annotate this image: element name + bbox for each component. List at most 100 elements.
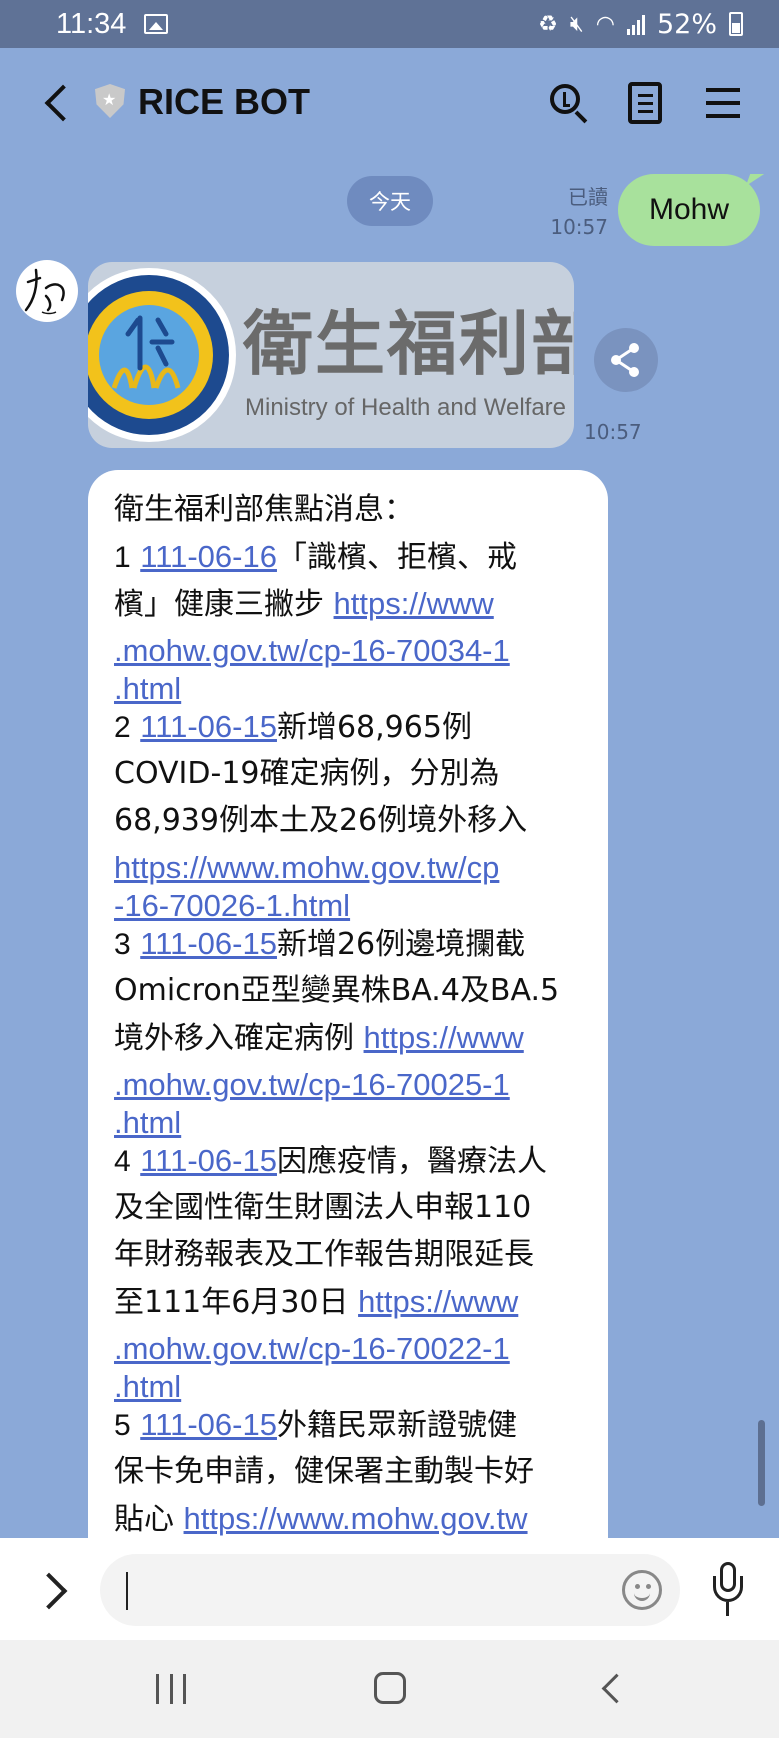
news-item-text: 至111年6月30日 [114,1285,359,1320]
notes-icon[interactable] [628,82,662,124]
news-item-url-link[interactable]: .mohw.gov.tw/cp-16-70022-1 [114,1331,510,1366]
image-card-title: 衛生福利部 [243,303,574,385]
news-item-url-line: .mohw.gov.tw/cp-16-70034-1 [114,627,608,668]
mohw-emblem [88,275,229,435]
news-text-bubble[interactable]: 衛生福利部焦點消息： 1 111-06-16「識檳、拒檳、戒 檳」健康三撇步 ht… [88,470,608,1570]
news-item-url-link[interactable]: https://www.mohw.gov.tw [184,1501,528,1536]
news-item-url-link[interactable]: https://www [334,586,494,621]
mohw-logo [88,268,236,442]
image-card-time: 10:57 [584,420,642,444]
news-item-text: Omicron亞型變異株BA.4及BA.5 [114,973,560,1008]
expand-chevron-icon[interactable] [42,1572,64,1608]
recent-apps-icon[interactable] [156,1674,186,1704]
news-item-text: 因應疫情，醫療法人 [276,1144,547,1179]
gallery-notification-icon [144,14,169,34]
news-items: 1 111-06-16「識檳、拒檳、戒 檳」健康三撇步 https://www .m… [114,533,608,1542]
news-item-text: 外籍民眾新證號健 [276,1408,517,1443]
news-item-line: 5 111-06-15外籍民眾新證號健 [114,1401,608,1448]
recycle-icon: ♻ [538,11,558,37]
news-item-line: 至111年6月30日 https://www [114,1278,608,1325]
news-item-url-link[interactable]: .mohw.gov.tw/cp-16-70034-1 [114,633,510,668]
news-item-text: 「識檳、拒檳、戒 [276,540,517,575]
text-caret [126,1572,128,1610]
news-item-url-line: .html [114,1099,608,1140]
news-item-url-line: .mohw.gov.tw/cp-16-70025-1 [114,1061,608,1102]
news-item-line: 年財務報表及工作報告期限延長 [114,1231,608,1278]
news-item-text: 新增68,965例 [276,710,472,745]
news-item-url-link[interactable]: -16-70026-1.html [114,888,350,923]
news-item-url-line: .html [114,1363,608,1404]
news-item-url-link[interactable]: .html [114,1369,181,1404]
battery-icon [729,12,743,36]
message-input-bar [0,1538,779,1640]
chat-header: ★ RICE BOT [0,48,779,158]
status-bar: 11:34 ♻ 🔇︎ ◠ 52% [0,0,779,48]
status-time: 11:34 [56,7,127,40]
news-item-date-link[interactable]: 111-06-15 [140,926,277,961]
wifi-icon: ◠ [595,11,615,37]
read-label: 已讀 [568,185,608,209]
mute-icon: 🔇︎ [569,11,584,37]
microphone-icon[interactable] [710,1562,746,1622]
my-message-bubble[interactable]: Mohw [618,174,760,246]
news-item-url-link[interactable]: .html [114,671,181,706]
back-icon[interactable] [38,78,78,128]
news-item-line: Omicron亞型變異株BA.4及BA.5 [114,967,608,1014]
news-item-line: 及全國性衛生財團法人申報110 [114,1184,608,1231]
image-card-subtitle: Ministry of Health and Welfare [245,394,567,421]
news-item-number: 1 [114,541,131,574]
share-icon [611,343,639,377]
avatar-doodle [24,268,65,315]
menu-icon[interactable] [706,88,740,118]
battery-level: 52% [656,8,717,40]
news-item-text: 檳」健康三撇步 [114,587,334,622]
news-item-line: 保卡免申請，健保署主動製卡好 [114,1448,608,1495]
news-item-url-link[interactable]: https://www [364,1020,524,1055]
image-message-card[interactable]: 衛生福利部 Ministry of Health and Welfare [88,262,574,448]
news-item-text: COVID-19確定病例，分別為 [114,756,500,791]
shield-icon: ★ [95,84,125,118]
news-item-line: 1 111-06-16「識檳、拒檳、戒 [114,533,608,580]
news-item-url-link[interactable]: .mohw.gov.tw/cp-16-70025-1 [114,1067,510,1102]
news-item-url-link[interactable]: .html [114,1105,181,1140]
my-message-time: 10:57 [550,215,608,239]
news-item-url-link[interactable]: https://www.mohw.gov.tw/cp [114,850,499,885]
share-button[interactable] [594,328,658,392]
news-heading: 衛生福利部焦點消息： [114,492,414,527]
news-item-number: 2 [114,711,131,744]
date-chip: 今天 [347,176,433,226]
news-item-line: 貼心 https://www.mohw.gov.tw [114,1495,608,1542]
scrollbar-thumb[interactable] [758,1420,765,1506]
news-item-line: 檳」健康三撇步 https://www [114,580,608,627]
news-item-url-line: .mohw.gov.tw/cp-16-70022-1 [114,1325,608,1366]
news-item-number: 3 [114,928,131,961]
news-item-line: 3 111-06-15新增26例邊境攔截 [114,920,608,967]
signal-icon [626,13,645,35]
news-item-url-line: https://www.mohw.gov.tw/cp [114,844,608,885]
news-item-text: 貼心 [114,1502,184,1537]
news-item-date-link[interactable]: 111-06-15 [140,1143,277,1178]
status-indicators: ♻ 🔇︎ ◠ 52% [538,0,743,48]
message-read-meta: 已讀 10:57 [550,182,608,242]
emoji-icon[interactable] [622,1570,662,1610]
news-item-number: 5 [114,1409,131,1442]
news-item-text: 68,939例本土及26例境外移入 [114,803,528,838]
system-back-icon[interactable] [600,1676,620,1702]
news-item-text: 新增26例邊境攔截 [276,927,526,962]
news-item-date-link[interactable]: 111-06-16 [140,539,277,574]
news-item-line: 68,939例本土及26例境外移入 [114,797,608,844]
news-item-number: 4 [114,1145,131,1178]
news-item-line: 2 111-06-15新增68,965例 [114,703,608,750]
news-item-line: 境外移入確定病例 https://www [114,1014,608,1061]
home-icon[interactable] [374,1672,406,1704]
news-item-text: 及全國性衛生財團法人申報110 [114,1190,532,1225]
search-icon[interactable] [548,82,590,124]
news-item-url-link[interactable]: https://www [358,1284,518,1319]
news-item-date-link[interactable]: 111-06-15 [140,709,277,744]
system-nav-bar [0,1640,779,1738]
chat-title[interactable]: RICE BOT [138,81,310,123]
news-item-date-link[interactable]: 111-06-15 [140,1407,277,1442]
bot-avatar[interactable] [16,260,78,322]
news-item-line: COVID-19確定病例，分別為 [114,750,608,797]
message-input[interactable] [100,1554,680,1626]
